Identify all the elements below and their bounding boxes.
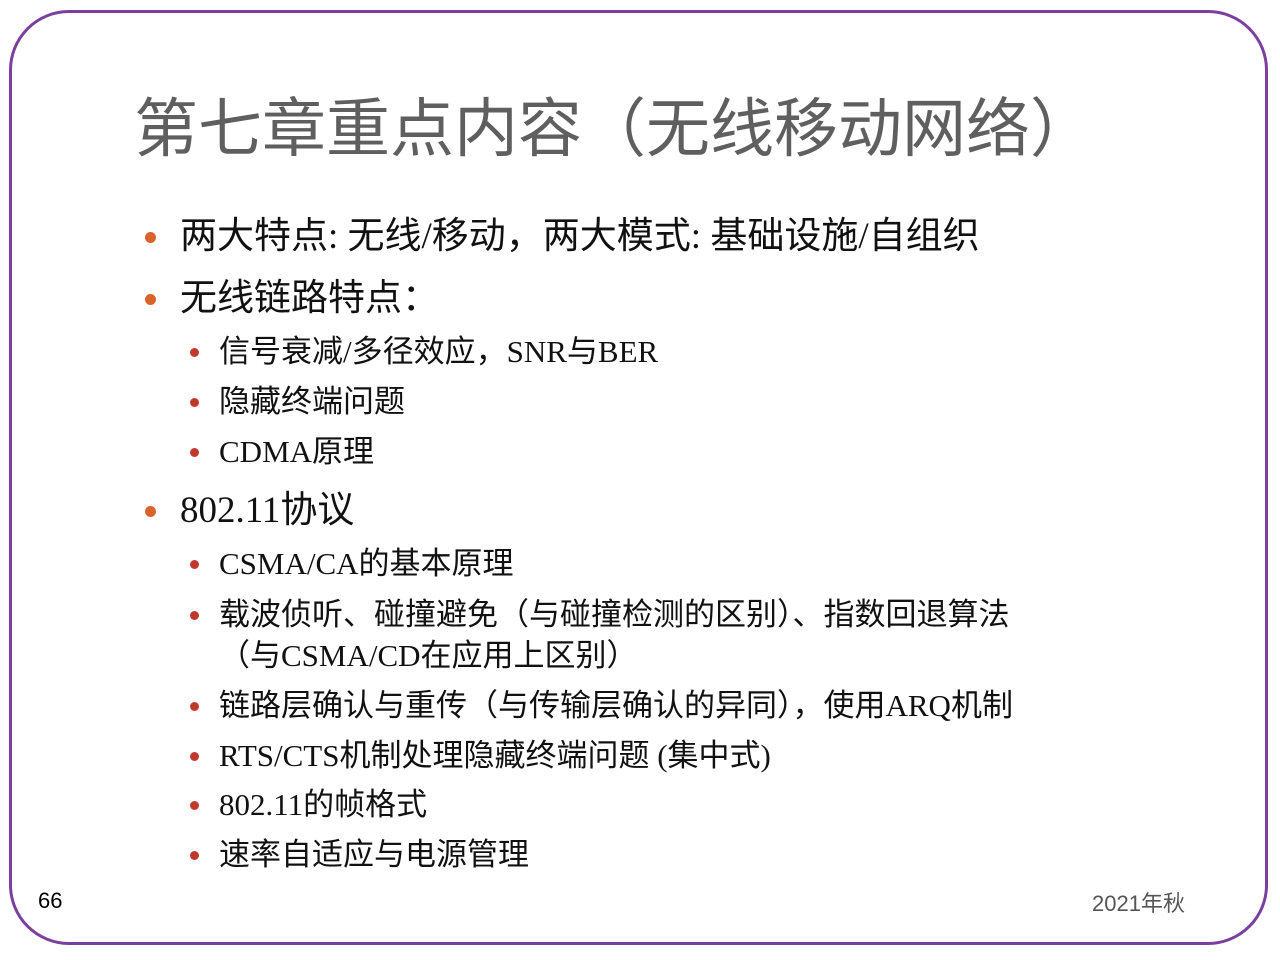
bullet-icon: [190, 560, 199, 569]
list-item-level2: 802.11的帧格式: [219, 787, 428, 822]
list-item-level2: 隐藏终端问题: [219, 384, 405, 419]
bullet-icon: [190, 398, 199, 407]
list-item-level2: 链路层确认与重传（与传输层确认的异同），使用ARQ机制: [219, 688, 1013, 723]
bullet-icon: [190, 851, 199, 860]
list-item-level2: CDMA原理: [219, 434, 375, 469]
bullet-icon: [145, 294, 156, 305]
bullet-icon: [190, 448, 199, 457]
list-item-level2-continuation: （与CSMA/CD在应用上区别）: [219, 638, 638, 673]
footer-term: 2021年秋: [1092, 891, 1185, 916]
list-item-level2: 信号衰减/多径效应，SNR与BER: [219, 334, 659, 369]
bullet-icon: [190, 801, 199, 810]
list-item-level2: CSMA/CA的基本原理: [219, 546, 514, 581]
page-number: 66: [38, 888, 63, 913]
list-item-level2: RTS/CTS机制处理隐藏终端问题 (集中式): [219, 738, 771, 773]
bullet-icon: [190, 702, 199, 711]
list-item-level1: 802.11协议: [180, 490, 355, 531]
list-item-level1: 无线链路特点：: [180, 278, 439, 319]
bullet-icon: [145, 232, 156, 243]
bullet-icon: [145, 506, 156, 517]
slide-title: 第七章重点内容（无线移动网络）: [134, 93, 1094, 167]
bullet-icon: [190, 611, 199, 620]
bullet-icon: [190, 752, 199, 761]
bullet-icon: [190, 348, 199, 357]
list-item-level2: 载波侦听、碰撞避免（与碰撞检测的区别）、指数回退算法: [219, 597, 1010, 632]
list-item-level2: 速率自适应与电源管理: [219, 837, 529, 872]
list-item-level1: 两大特点: 无线/移动，两大模式: 基础设施/自组织: [180, 216, 980, 257]
